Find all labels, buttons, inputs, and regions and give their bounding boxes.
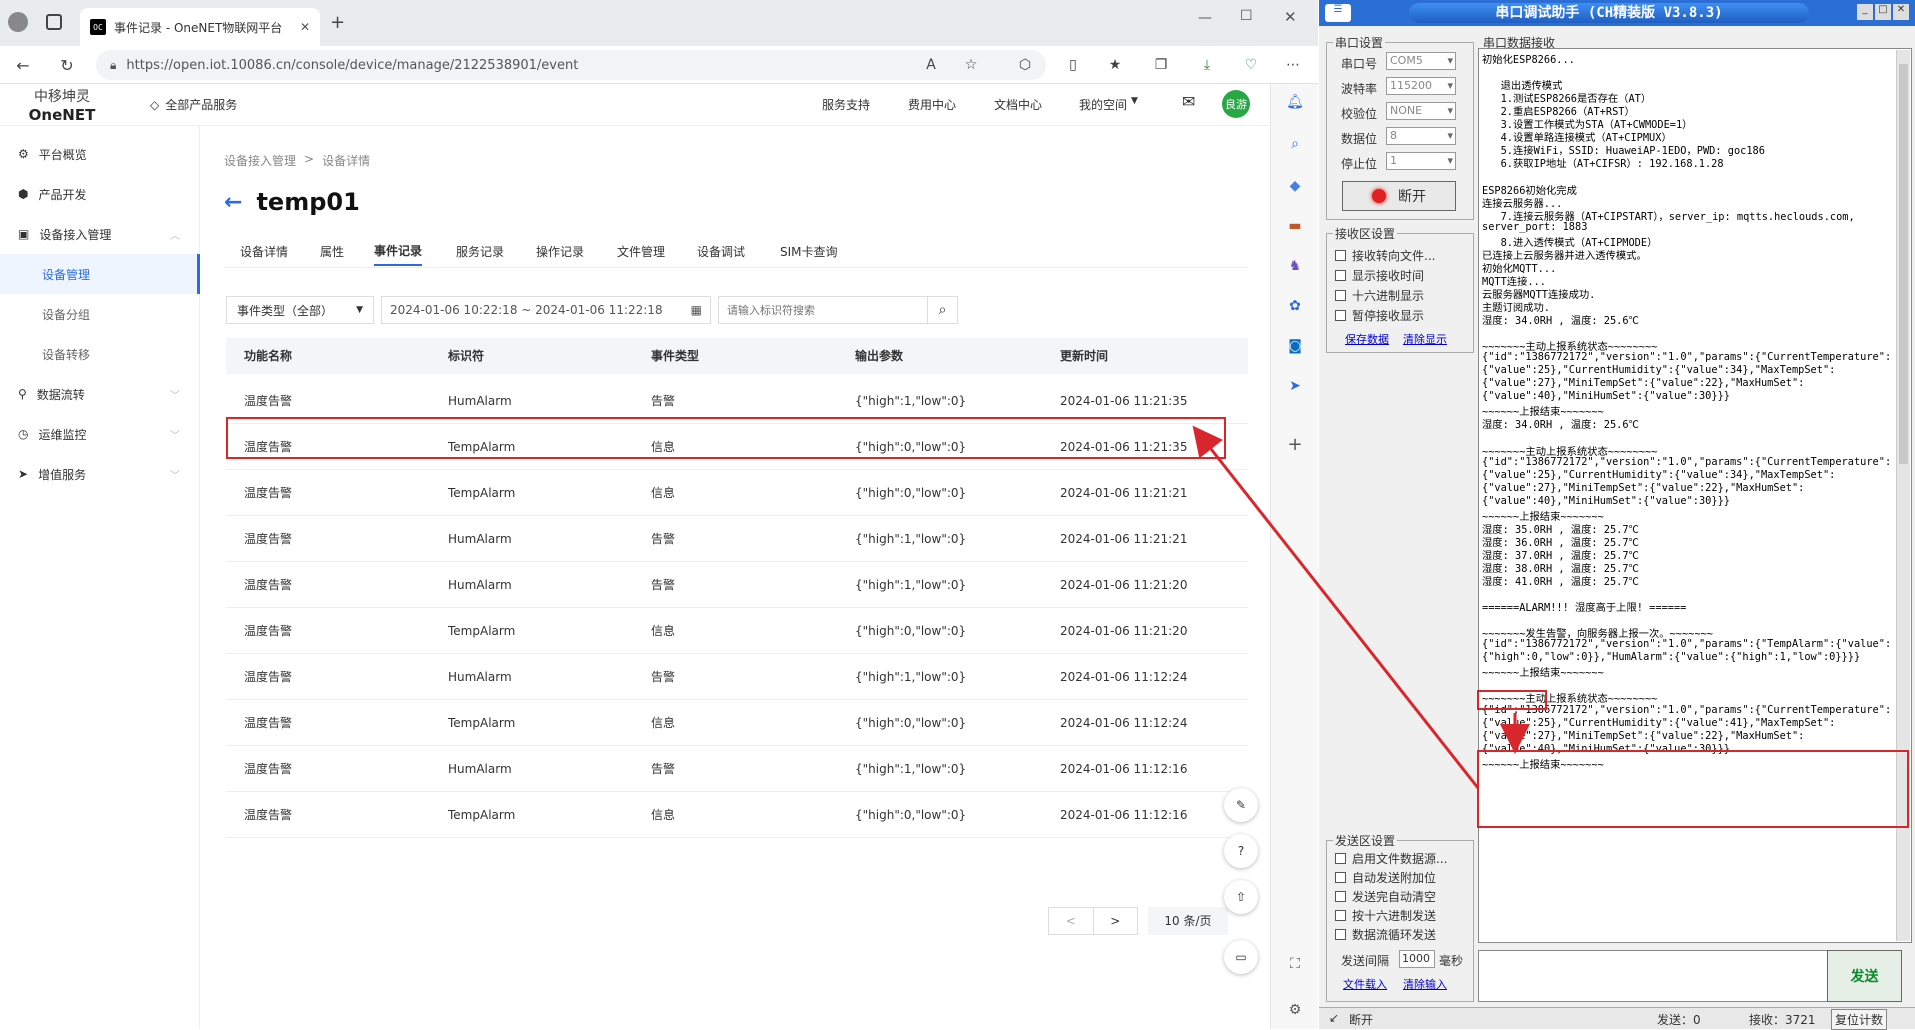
annotation-arrow-to-table [1192,425,1480,789]
annotation-arrows [1192,425,1530,789]
